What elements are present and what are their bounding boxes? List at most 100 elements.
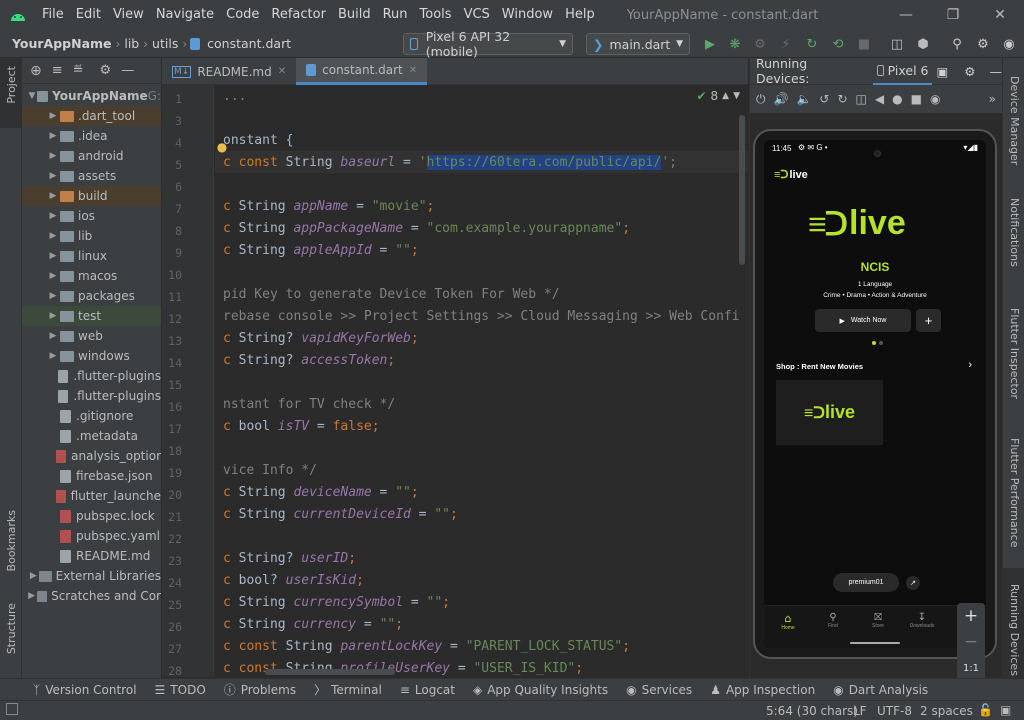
settings-gear-icon[interactable]: ⚙ xyxy=(974,35,992,53)
tool-logcat[interactable]: ≡ Logcat xyxy=(391,683,464,697)
file-encoding[interactable]: UTF-8 xyxy=(877,704,912,718)
phone-screen[interactable]: 11:45 ⚙ ✉ G • ▾◢▮ ≡ᑐ live ≡ᑐ live NCIS 1… xyxy=(764,140,986,648)
chevron-right-icon[interactable]: ▶ xyxy=(46,271,60,281)
caret-position[interactable]: 5:64 (30 chars) xyxy=(766,704,858,718)
minimize-icon[interactable]: — xyxy=(883,0,929,30)
bookmarks-stripe-label[interactable]: Bookmarks xyxy=(5,510,18,571)
breadcrumb-lib[interactable]: lib xyxy=(120,36,143,51)
inspection-widget[interactable]: ✔ 8 ▲ ▼ xyxy=(696,89,740,103)
nav-downloads[interactable]: ↧ Downloads xyxy=(905,612,939,629)
device-mirror-icon[interactable]: ◫ xyxy=(888,35,906,53)
collapse-all-icon[interactable]: ≝ xyxy=(73,63,84,78)
chevron-right-icon[interactable]: ▶ xyxy=(46,311,60,321)
tab-readme[interactable]: M↓ README.md ✕ xyxy=(162,58,296,85)
tool-services[interactable]: ◉ Services xyxy=(617,683,701,697)
add-to-list-button[interactable]: + xyxy=(916,309,941,332)
nav-home[interactable]: ⌂ Home xyxy=(774,612,802,631)
tree-item[interactable]: ▶ web xyxy=(22,326,161,346)
run-config-selector[interactable]: ❯ main.dart ▼ xyxy=(586,33,690,55)
chevron-right-icon[interactable]: ▶ xyxy=(46,331,60,341)
tree-item[interactable]: ▶ .idea xyxy=(22,126,161,146)
breadcrumb-file[interactable]: constant.dart xyxy=(203,36,295,51)
nav-store[interactable]: ⛝ Store xyxy=(864,612,892,629)
menu-window[interactable]: Window xyxy=(496,0,559,30)
menu-view[interactable]: View xyxy=(107,0,150,30)
back-icon[interactable]: ◀ xyxy=(875,92,884,106)
volume-down-icon[interactable]: 🔈 xyxy=(796,92,811,106)
code-editor[interactable]: ✔ 8 ▲ ▼ ... onstant {c const String baseu… xyxy=(215,85,748,677)
menu-refactor[interactable]: Refactor xyxy=(265,0,332,30)
menu-help[interactable]: Help xyxy=(559,0,601,30)
close-icon[interactable]: ✕ xyxy=(977,0,1023,30)
profile-pill[interactable]: premium01 xyxy=(833,573,899,592)
line-separator[interactable]: LF xyxy=(853,704,867,718)
menu-build[interactable]: Build xyxy=(332,0,377,30)
tree-item[interactable]: ▶ test xyxy=(22,306,161,326)
chevron-right-icon[interactable]: ▶ xyxy=(27,571,39,581)
tool-dart-analysis[interactable]: ◉ Dart Analysis xyxy=(824,683,937,697)
settings-gear-icon[interactable]: ⚙ xyxy=(964,64,975,79)
tree-item[interactable]: ▶ lib xyxy=(22,226,161,246)
stop-icon[interactable]: ■ xyxy=(855,35,873,53)
chevron-right-icon[interactable]: ▶ xyxy=(46,231,60,241)
screenshot-camera-icon[interactable]: ◉ xyxy=(930,92,940,106)
close-tab-icon[interactable]: ✕ xyxy=(278,66,286,77)
more-icon[interactable]: » xyxy=(989,92,996,106)
zoom-in-icon[interactable]: + xyxy=(957,603,985,629)
ide-update-icon[interactable]: ◉ xyxy=(1000,35,1018,53)
chevron-right-icon[interactable]: ▶ xyxy=(46,251,60,261)
rotate-right-icon[interactable]: ↻ xyxy=(837,92,847,106)
indent-setting[interactable]: 2 spaces xyxy=(920,704,973,718)
device-selector[interactable]: Pixel 6 API 32 (mobile) ▼ xyxy=(403,29,573,59)
tool-todo[interactable]: ☰ TODO xyxy=(146,683,215,697)
hide-icon[interactable]: — xyxy=(990,64,1003,79)
run-icon[interactable]: ▶ xyxy=(701,35,719,53)
tree-item[interactable]: ▶ linux xyxy=(22,246,161,266)
menu-navigate[interactable]: Navigate xyxy=(150,0,220,30)
tree-item[interactable]: ▶ Scratches and Cor xyxy=(22,586,161,606)
chevron-right-icon[interactable]: › xyxy=(968,359,972,371)
tree-item[interactable]: pubspec.lock xyxy=(22,506,161,526)
chevron-right-icon[interactable]: ▶ xyxy=(46,151,60,161)
tree-item[interactable]: pubspec.yaml xyxy=(22,526,161,546)
search-icon[interactable]: ⚲ xyxy=(948,35,966,53)
memory-indicator-icon[interactable]: ▣ xyxy=(1000,703,1011,717)
toggle-tool-windows-icon[interactable] xyxy=(6,703,18,715)
tree-item[interactable]: .flutter-plugins xyxy=(22,366,161,386)
menu-edit[interactable]: Edit xyxy=(70,0,107,30)
tree-item[interactable]: ▶ windows xyxy=(22,346,161,366)
restore-icon[interactable]: ❐ xyxy=(930,0,976,30)
close-tab-icon[interactable]: ✕ xyxy=(409,65,417,76)
volume-up-icon[interactable]: 🔊 xyxy=(774,92,789,106)
tree-item[interactable]: ▶ macos xyxy=(22,266,161,286)
apply-changes-icon[interactable]: ⟲ xyxy=(829,35,847,53)
breadcrumb-project[interactable]: YourAppName xyxy=(8,36,116,51)
fold-icon[interactable]: ◫ xyxy=(856,92,867,106)
pill-menu-button[interactable]: ↗ xyxy=(906,576,920,590)
tool-app-inspection[interactable]: ♟ App Inspection xyxy=(701,683,824,697)
tree-item[interactable]: ▶ .dart_tool xyxy=(22,106,161,126)
tool-version-control[interactable]: ᛉ Version Control xyxy=(24,683,146,697)
home-icon[interactable]: ● xyxy=(892,92,902,106)
tool-app-quality-insights[interactable]: ◈ App Quality Insights xyxy=(464,683,617,697)
sdk-manager-icon[interactable]: ⬢ xyxy=(914,35,932,53)
overview-icon[interactable]: ■ xyxy=(911,92,922,106)
tree-item[interactable]: ▶ assets xyxy=(22,166,161,186)
debug-icon[interactable]: ❋ xyxy=(726,35,744,53)
attach-icon[interactable]: ⚙ xyxy=(751,35,769,53)
tree-item[interactable]: .flutter-plugins xyxy=(22,386,161,406)
menu-vcs[interactable]: VCS xyxy=(458,0,496,30)
tree-item[interactable]: ▶ android xyxy=(22,146,161,166)
zoom-out-icon[interactable]: − xyxy=(957,629,985,655)
chevron-right-icon[interactable]: ▶ xyxy=(46,111,60,121)
tool-problems[interactable]: ⓘ Problems xyxy=(215,681,305,698)
layout-icon[interactable]: ▣ xyxy=(936,64,948,79)
lock-icon[interactable]: 🔓 xyxy=(978,703,993,717)
chevron-right-icon[interactable]: ▶ xyxy=(46,191,60,201)
tree-item[interactable]: analysis_optior xyxy=(22,446,161,466)
expand-all-icon[interactable]: ≡ xyxy=(52,63,63,78)
chevron-right-icon[interactable]: ▶ xyxy=(46,211,60,221)
nav-find[interactable]: ⚲ Find xyxy=(819,612,847,629)
tab-constant-dart[interactable]: constant.dart ✕ xyxy=(296,58,428,85)
tree-item[interactable]: firebase.json xyxy=(22,466,161,486)
